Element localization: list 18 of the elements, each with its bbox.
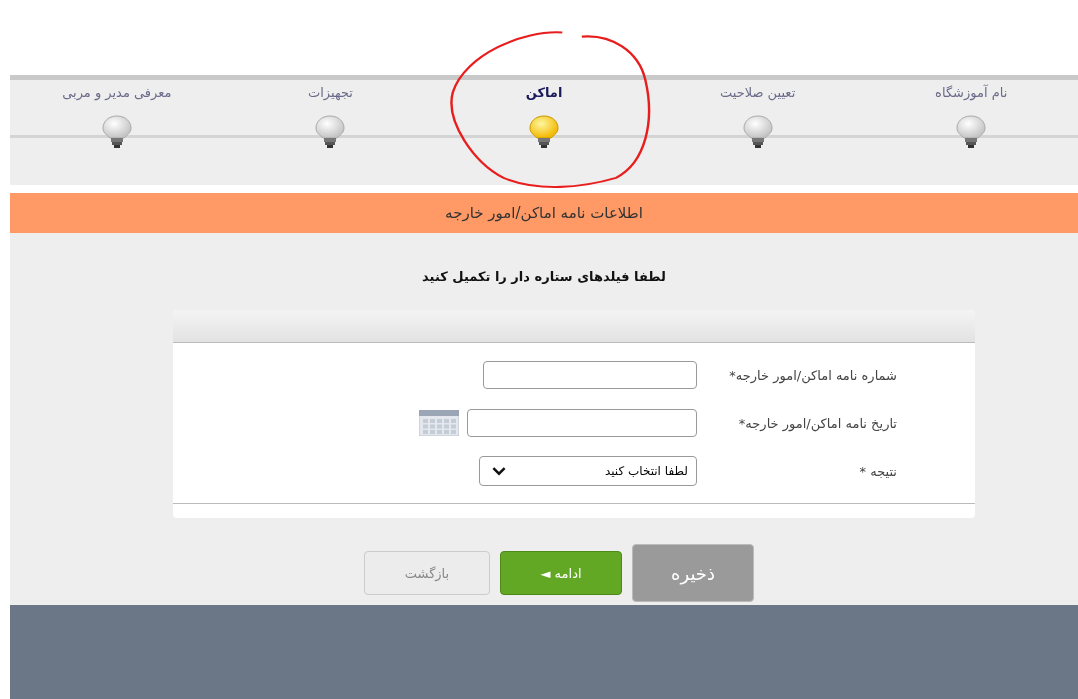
instruction-text: لطفا فیلدهای ستاره دار را تکمیل کنید xyxy=(422,269,666,284)
field-label: تاریخ نامه اماکن/امور خارجه* xyxy=(737,415,898,431)
section-header: اطلاعات نامه اماکن/امور خارجه xyxy=(10,193,1078,233)
step-label[interactable]: اماکن xyxy=(525,85,563,100)
step-label[interactable]: تجهیزات xyxy=(307,85,353,100)
field-label: شماره نامه اماکن/امور خارجه* xyxy=(728,367,898,383)
back-button[interactable]: بازگشت xyxy=(364,551,490,595)
dropdown-field[interactable]: لطفا انتخاب کنید xyxy=(479,456,697,486)
step-label[interactable]: معرفی مدیر و مربی xyxy=(62,85,172,100)
input-field[interactable] xyxy=(483,361,697,389)
step-label[interactable]: نام آموزشگاه xyxy=(935,85,1008,100)
step-label[interactable]: تعیین صلاحیت xyxy=(719,85,796,100)
save-button[interactable]: ذخیره xyxy=(632,544,754,602)
continue-button[interactable]: ادامه ◄ xyxy=(500,551,622,595)
date-field[interactable] xyxy=(467,409,697,437)
chevron-down-icon xyxy=(492,466,506,476)
calendar-icon[interactable] xyxy=(419,410,459,436)
field-label: نتیجه * xyxy=(858,463,898,479)
